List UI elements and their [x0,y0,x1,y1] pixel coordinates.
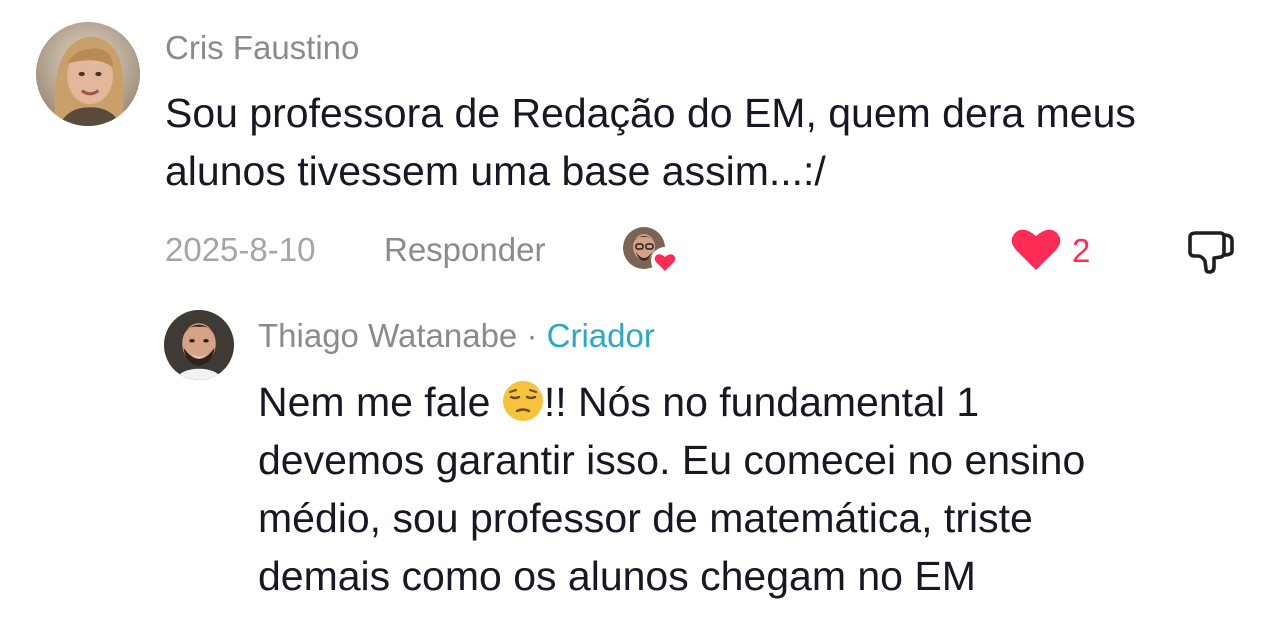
reply-line: devemos garantir isso. Eu comecei no ens… [258,437,1086,483]
comment-body: Sou professora de Redação do EM, quem de… [165,84,1265,200]
reply-line-start: Nem me fale [258,379,502,425]
comment-date: 2025-8-10 [165,231,316,268]
pensive-face-emoji [502,379,544,421]
reply-line: Nem me fale !! Nós no fundamental 1 [258,373,1258,431]
reply-button[interactable]: Responder [384,230,545,270]
comment-line: Sou professora de Redação do EM, quem de… [165,90,1136,136]
commenter-name[interactable]: Cris Faustino [165,28,359,68]
reply-line: demais como os alunos chegam no EM [258,553,976,599]
creator-liked-heart-icon [622,226,680,276]
creator-badge: Criador [546,317,655,354]
thumbs-down-icon[interactable] [1186,227,1234,275]
name-separator: · [526,317,538,354]
heart-icon[interactable] [1010,226,1062,272]
like-count: 2 [1072,232,1091,269]
replier-name[interactable]: Thiago Watanabe [258,317,517,354]
replier-name-row: Thiago Watanabe · Criador [258,316,655,356]
commenter-avatar[interactable] [36,22,140,126]
comment-line: alunos tivessem uma base assim...:/ [165,148,826,194]
reply-line: médio, sou professor de matemática, tris… [258,495,1033,541]
reply-body: Nem me fale !! Nós no fundamental 1 deve… [258,373,1258,605]
reply-line-end: !! Nós no fundamental 1 [543,379,980,425]
replier-avatar[interactable] [164,310,234,380]
